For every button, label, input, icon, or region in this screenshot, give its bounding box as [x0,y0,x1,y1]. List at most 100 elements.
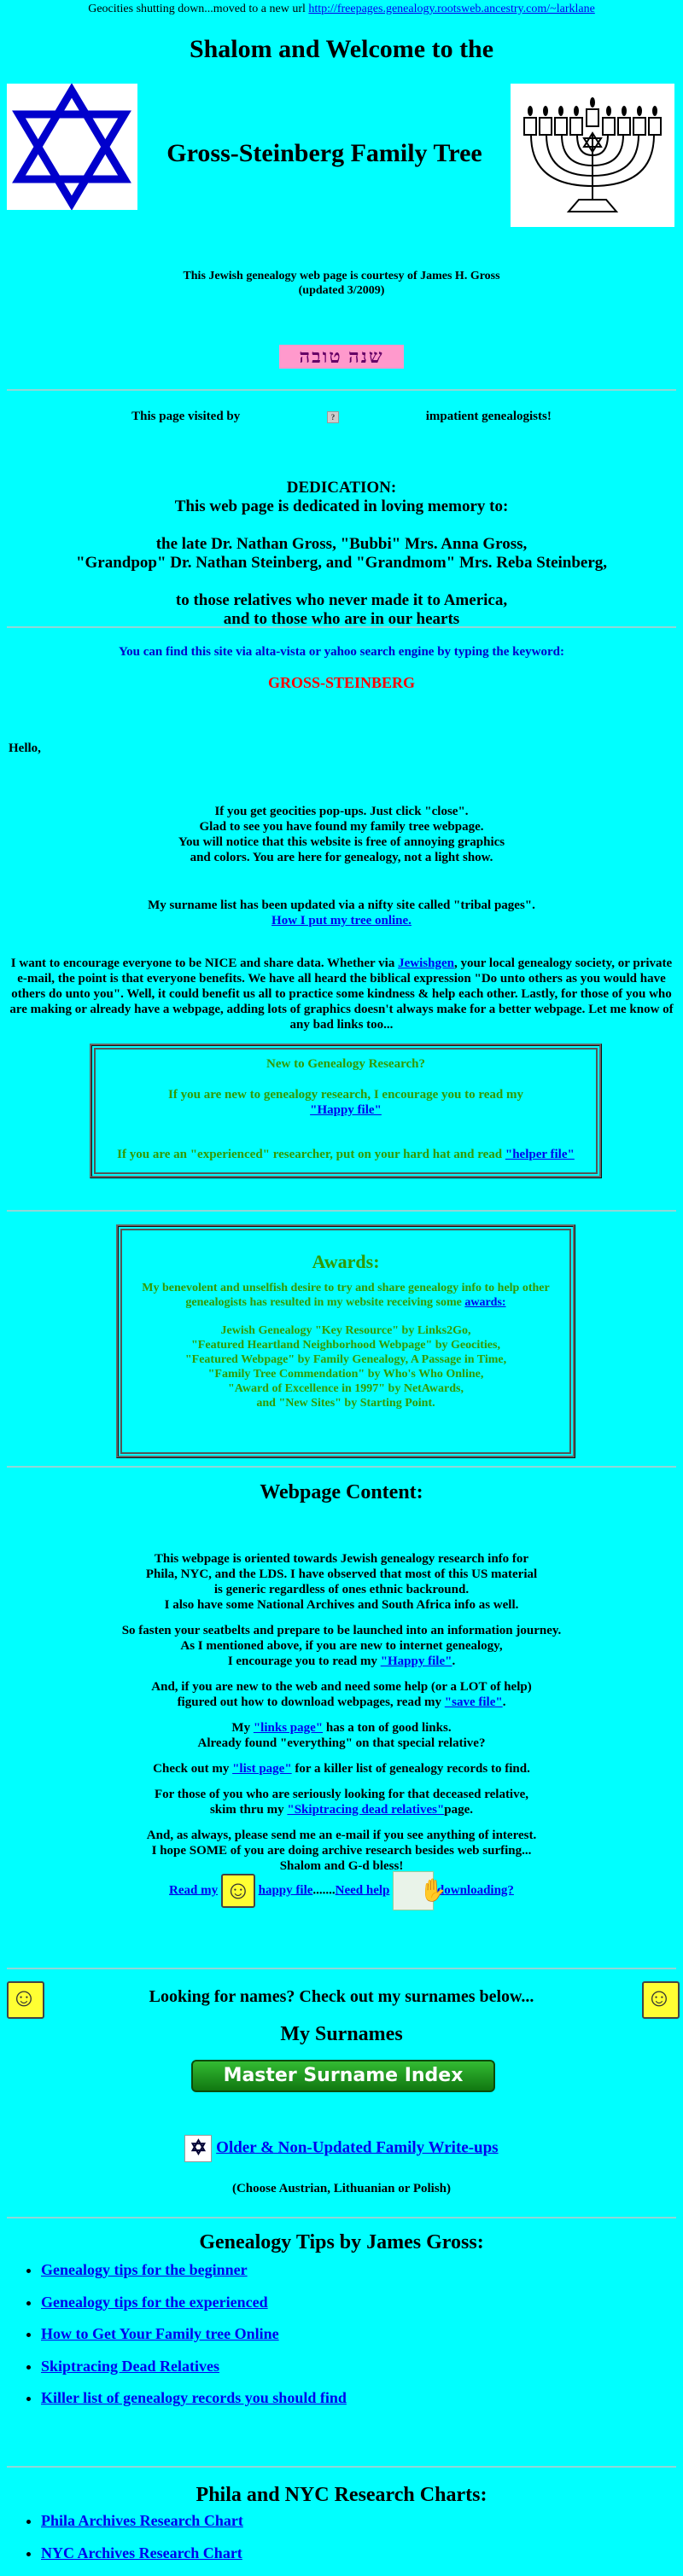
list-item: Genealogy tips for the beginner [41,2261,347,2280]
new-url-link[interactable]: http://freepages.genealogy.rootsweb.ance… [308,3,594,15]
new-researcher-title: New to Genealogy Research? [266,1057,425,1071]
content-body: This webpage is oriented towards Jewish … [121,1552,562,1873]
quick-links-row: Read my happy file.......Need help downl… [0,1871,683,1910]
content-line: I hope SOME of you are doing archive res… [151,1844,532,1858]
divider [7,389,676,391]
killer-list-link[interactable]: Killer list of genealogy records you sho… [41,2389,347,2406]
links-page-link[interactable]: "links page" [254,1721,323,1735]
menorah-image [511,84,674,227]
dedication-line: "Grandpop" Dr. Nathan Steinberg, and "Gr… [75,554,608,572]
awards-box: Awards: My benevolent and unselfish desi… [116,1224,575,1458]
tips-list: Genealogy tips for the beginner Genealog… [9,2261,347,2422]
skiptracing-link[interactable]: "Skiptracing dead relatives" [287,1803,444,1817]
moved-notice: Geocities shutting down...moved to a new… [0,3,683,17]
tips-experienced-link[interactable]: Genealogy tips for the experienced [41,2294,268,2311]
search-keyword: GROSS-STEINBERG [267,674,416,691]
experienced-text: If you are an "experienced" researcher, … [117,1148,505,1161]
dedication-line: the late Dr. Nathan Gross, "Bubbi" Mrs. … [155,535,528,553]
content-line: As I mentioned above, if you are new to … [180,1639,503,1653]
list-item: How to Get Your Family tree Online [41,2325,347,2344]
star-of-david-icon: ✡ [184,2135,213,2162]
content-title: Webpage Content: [260,1481,423,1503]
phila-chart-link[interactable]: Phila Archives Research Chart [41,2512,243,2529]
divider [7,1968,676,1969]
content-line: Already found "everything" on that speci… [197,1736,486,1750]
master-surname-index-button[interactable]: Master Surname Index [191,2060,495,2092]
charts-heading: Phila and NYC Research Charts: [196,2484,487,2506]
charts-list: Phila Archives Research Chart NYC Archiv… [9,2512,243,2576]
content-line: has a ton of good links. [323,1721,452,1735]
award-item: "Featured Heartland Neighborhood Webpage… [191,1339,500,1352]
list-item: Genealogy tips for the experienced [41,2294,347,2312]
content-line: Check out my [153,1762,233,1776]
older-writeups-link[interactable]: Older & Non-Updated Family Write-ups [216,2138,498,2156]
happy-file-link[interactable]: "Happy file" [310,1103,382,1117]
jewishgen-link[interactable]: Jewishgen [398,957,454,970]
content-line: page. [444,1803,474,1817]
save-file-link[interactable]: "save file" [445,1695,503,1709]
older-writeups-row: ✡ Older & Non-Updated Family Write-ups [0,2135,683,2162]
hit-counter: ? [243,410,423,423]
choose-note: (Choose Austrian, Lithuanian or Polish) [231,2182,452,2195]
tree-online-link[interactable]: How I put my tree online. [271,914,412,927]
smiley-icon[interactable] [220,1874,255,1908]
visitor-counter-line: This page visited by ? impatient genealo… [0,409,683,424]
dedication-heading: DEDICATION: [286,479,397,497]
family-tree-title: Gross-Steinberg Family Tree [166,139,482,167]
award-item: "Featured Webpage" by Family Genealogy, … [184,1353,507,1366]
visited-label: This page visited by [131,410,241,423]
happy-file-link[interactable]: happy file [259,1883,313,1897]
content-line: I encourage you to read my [227,1654,381,1668]
surname-update-text: My surname list has been updated via a n… [148,898,535,912]
my-surnames-heading: My Surnames [280,2023,403,2045]
content-line: And, as always, please send me an e-mail… [146,1829,537,1842]
list-page-link[interactable]: "list page" [232,1762,292,1776]
divider [7,1210,676,1212]
happy-file-link[interactable]: "Happy file" [381,1654,452,1668]
content-line: figured out how to download webpages, re… [177,1695,445,1709]
new-researcher-box: New to Genealogy Research? If you are ne… [90,1044,602,1178]
helper-file-link[interactable]: "helper file" [505,1148,575,1161]
award-item: and "New Sites" by Starting Point. [256,1397,435,1410]
awards-link[interactable]: awards: [464,1296,505,1309]
tips-beginner-link[interactable]: Genealogy tips for the beginner [41,2261,248,2278]
content-line: So fasten your seatbelts and prepare to … [121,1624,562,1637]
page-title: Shalom and Welcome to the [189,35,494,63]
content-line: skim thru my [209,1803,288,1817]
awards-title: Awards: [312,1251,380,1272]
dots: ....... [312,1883,336,1898]
updated-date: (updated 3/2009) [298,283,385,297]
list-item: Skiptracing Dead Relatives [41,2358,347,2376]
popups-line: and colors. You are here for genealogy, … [190,851,493,864]
new-researcher-text: If you are new to genealogy research, I … [168,1088,523,1102]
be-nice-paragraph: I want to encourage everyone to be NICE … [7,956,676,1032]
content-line: For those of you who are seriously looki… [154,1788,529,1801]
download-help-icon[interactable] [393,1871,452,1910]
visited-suffix: impatient genealogists! [425,410,552,423]
popups-note: If you get geocities pop-ups. Just click… [0,804,683,865]
divider [7,2217,676,2218]
dedication-line: This web page is dedicated in loving mem… [174,497,509,515]
greeting: Hello, [9,741,41,755]
dedication-line: to those relatives who never made it to … [175,591,508,609]
courtesy-line: This Jewish genealogy web page is courte… [183,270,500,282]
tree-online-link[interactable]: How to Get Your Family tree Online [41,2325,279,2342]
courtesy-note: This Jewish genealogy web page is courte… [0,270,683,299]
list-item: Killer list of genealogy records you sho… [41,2389,347,2408]
content-line: And, if you are new to the web and need … [151,1680,532,1694]
need-help-link[interactable]: Need help [336,1883,390,1897]
award-item: "Family Tree Commendation" by Who's Who … [207,1368,484,1381]
surname-update-note: My surname list has been updated via a n… [0,898,683,928]
read-my-link[interactable]: Read my [169,1883,218,1897]
content-line: I also have some National Archives and S… [164,1598,519,1612]
notice-text: Geocities shutting down...moved to a new… [88,3,309,15]
skiptracing-link[interactable]: Skiptracing Dead Relatives [41,2358,219,2375]
content-line: My [231,1721,254,1735]
content-line: This webpage is oriented towards Jewish … [154,1552,529,1566]
nyc-chart-link[interactable]: NYC Archives Research Chart [41,2544,242,2561]
search-engine-note: You can find this site via alta-vista or… [119,645,564,659]
list-item: Phila Archives Research Chart [41,2512,243,2531]
tips-heading: Genealogy Tips by James Gross: [199,2231,484,2253]
award-item: "Award of Excellence in 1997" by NetAwar… [228,1382,464,1395]
smiley-icon [642,1981,680,2019]
